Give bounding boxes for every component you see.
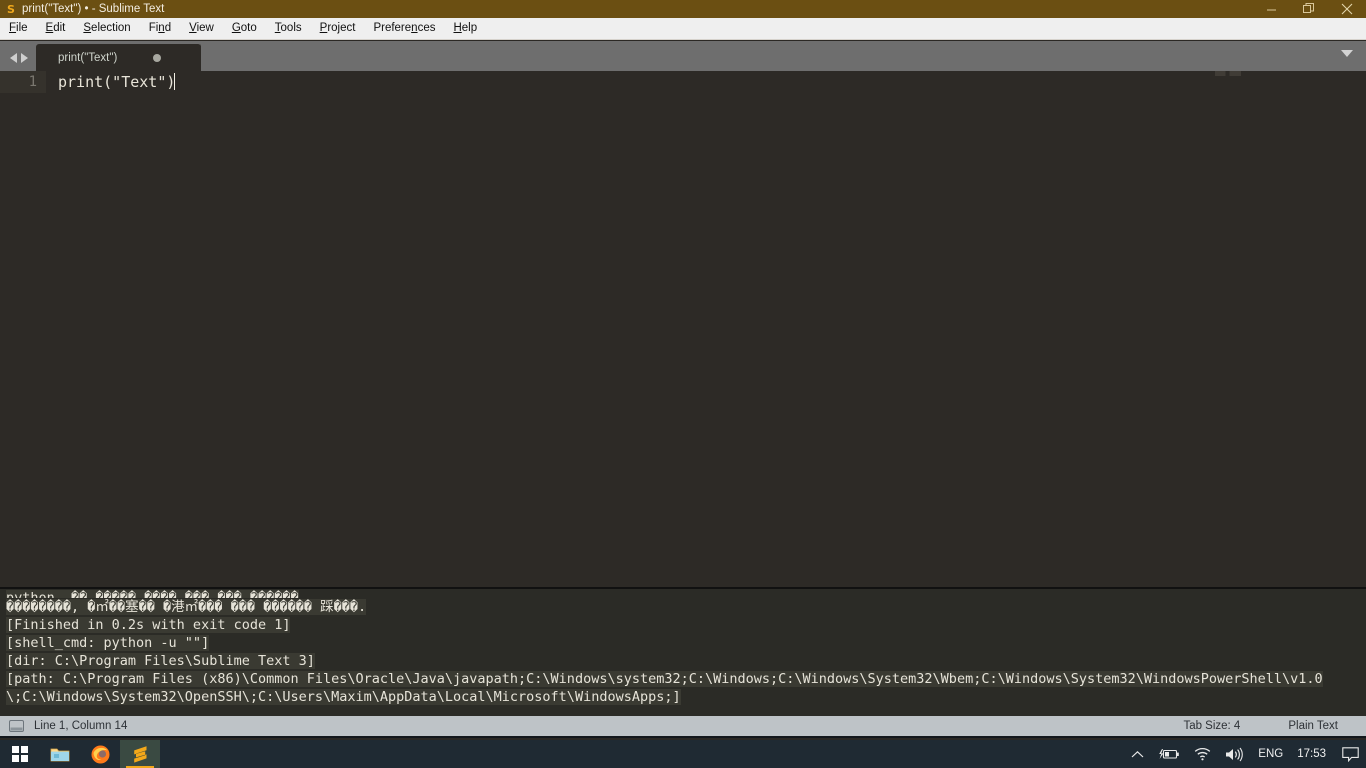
menu-item-label: File xyxy=(9,22,28,34)
menu-item-tools[interactable]: Tools xyxy=(266,18,311,39)
system-tray: ENG 17:53 xyxy=(1124,740,1366,768)
console-line-text: [shell_cmd: python -u ""] xyxy=(6,635,210,651)
taskbar-app-sublime-text[interactable] xyxy=(120,740,160,768)
menu-item-label: Tools xyxy=(274,22,302,34)
title-bar: S print("Text") • - Sublime Text xyxy=(0,0,1366,18)
console-line-text: [dir: C:\Program Files\Sublime Text 3] xyxy=(6,653,315,669)
menu-item-selection[interactable]: Selection xyxy=(74,18,139,39)
menu-item-label: Preferences xyxy=(373,22,436,34)
text-caret xyxy=(174,73,176,90)
console-line-text: python �� ����� ���� ��� ��� ������ xyxy=(6,590,299,598)
windows-taskbar: ENG 17:53 xyxy=(0,740,1366,768)
unsaved-changes-indicator[interactable] xyxy=(153,53,162,62)
console-line: python �� ����� ���� ��� ��� ������ xyxy=(0,589,1366,598)
speech-bubble-icon xyxy=(1342,746,1359,762)
menu-item-project[interactable]: Project xyxy=(311,18,365,39)
sublime-logo-icon: S xyxy=(7,2,15,16)
window-title: print("Text") • - Sublime Text xyxy=(22,3,165,15)
taskbar-app-file-explorer[interactable] xyxy=(40,740,80,768)
restore-button[interactable] xyxy=(1290,0,1328,18)
menu-item-preferences[interactable]: Preferences xyxy=(364,18,444,39)
code-editor[interactable]: 1 print("Text") xyxy=(0,71,1366,587)
status-bar: Line 1, Column 14 Tab Size: 4 Plain Text xyxy=(0,716,1366,738)
tab-size-indicator[interactable]: Tab Size: 4 xyxy=(1183,720,1240,732)
build-output-panel[interactable]: python �� ����� ���� ��� ��� ������ �����… xyxy=(0,587,1366,716)
code-row: 1 print("Text") xyxy=(0,71,1366,93)
syntax-indicator[interactable]: Plain Text xyxy=(1288,720,1338,732)
console-line: [dir: C:\Program Files\Sublime Text 3] xyxy=(0,652,1366,670)
line-number: 1 xyxy=(0,71,46,93)
status-bar-right: Tab Size: 4 Plain Text xyxy=(1183,720,1366,732)
menu-item-file[interactable]: File xyxy=(0,18,37,39)
battery-charging-icon xyxy=(1159,749,1180,759)
volume-button[interactable] xyxy=(1218,740,1251,768)
menu-item-label: Find xyxy=(148,22,172,34)
tab-bar: print("Text") xyxy=(0,41,1366,71)
show-hidden-icons-button[interactable] xyxy=(1124,740,1151,768)
clock[interactable]: 17:53 xyxy=(1290,740,1333,768)
console-line-text: [path: C:\Program Files (x86)\Common Fil… xyxy=(6,671,1323,687)
code-line[interactable]: print("Text") xyxy=(46,71,176,93)
editor-tab-label: print("Text") xyxy=(58,51,118,64)
folder-icon xyxy=(50,748,70,761)
menu-item-label: Help xyxy=(453,22,478,34)
menu-item-label: View xyxy=(189,22,214,34)
menu-item-find[interactable]: Find xyxy=(140,18,180,39)
tab-overflow-button[interactable] xyxy=(1328,41,1366,71)
menu-item-help[interactable]: Help xyxy=(444,18,486,39)
console-line-text: \;C:\Windows\System32\OpenSSH\;C:\Users\… xyxy=(6,689,681,705)
sublime-text-window: S print("Text") • - Sublime Text File Ed… xyxy=(0,0,1366,768)
sidebar-toggle-button[interactable] xyxy=(9,720,24,732)
tab-navigation xyxy=(0,53,36,71)
close-icon xyxy=(1341,3,1353,15)
menu-item-label: Selection xyxy=(83,22,131,34)
minimize-button[interactable] xyxy=(1252,0,1290,18)
firefox-icon xyxy=(91,745,109,763)
language-label: ENG xyxy=(1258,748,1284,760)
sidebar-icon xyxy=(9,720,24,732)
close-button[interactable] xyxy=(1328,0,1366,18)
menu-item-view[interactable]: View xyxy=(180,18,223,39)
console-line: [Finished in 0.2s with exit code 1] xyxy=(0,616,1366,634)
menu-item-edit[interactable]: Edit xyxy=(37,18,75,39)
menu-item-label: Goto xyxy=(231,22,257,34)
console-line: \;C:\Windows\System32\OpenSSH\;C:\Users\… xyxy=(0,688,1366,706)
editor-tab[interactable]: print("Text") xyxy=(36,44,201,71)
chevron-up-icon xyxy=(1131,750,1144,757)
console-line: [path: C:\Program Files (x86)\Common Fil… xyxy=(0,670,1366,688)
minimize-icon xyxy=(1266,9,1276,10)
console-line-text: [Finished in 0.2s with exit code 1] xyxy=(6,617,291,633)
next-tab-icon[interactable] xyxy=(21,53,28,63)
action-center-button[interactable] xyxy=(1335,740,1366,768)
console-line: ��������, �㎡��塞�� �港㎡��� ��� ������ 踩���… xyxy=(0,598,1366,616)
clock-label: 17:53 xyxy=(1297,748,1326,760)
code-text: print("Text") xyxy=(58,73,176,91)
minimap-thumbnail xyxy=(1215,71,1241,76)
console-line: [shell_cmd: python -u ""] xyxy=(0,634,1366,652)
windows-logo-icon xyxy=(12,746,28,762)
network-button[interactable] xyxy=(1187,740,1218,768)
menu-bar: File Edit Selection Find View Goto Tools Projec… xyxy=(0,18,1366,40)
menu-item-goto[interactable]: Goto xyxy=(223,18,266,39)
chevron-down-icon xyxy=(1341,49,1353,57)
previous-tab-icon[interactable] xyxy=(10,53,17,63)
sublime-text-icon xyxy=(133,745,146,763)
wifi-icon xyxy=(1195,747,1211,761)
language-indicator[interactable]: ENG xyxy=(1251,740,1290,768)
cursor-position[interactable]: Line 1, Column 14 xyxy=(34,720,127,732)
window-controls xyxy=(1252,0,1366,18)
speaker-icon xyxy=(1226,747,1244,761)
menu-item-label: Edit xyxy=(45,22,66,34)
restore-icon xyxy=(1303,3,1314,13)
console-line-text: ��������, �㎡��塞�� �港㎡��� ��� ������ 踩���… xyxy=(6,599,367,615)
taskbar-app-firefox[interactable] xyxy=(80,740,120,768)
menu-item-label: Project xyxy=(319,22,356,34)
start-button[interactable] xyxy=(0,740,40,768)
battery-button[interactable] xyxy=(1151,740,1187,768)
